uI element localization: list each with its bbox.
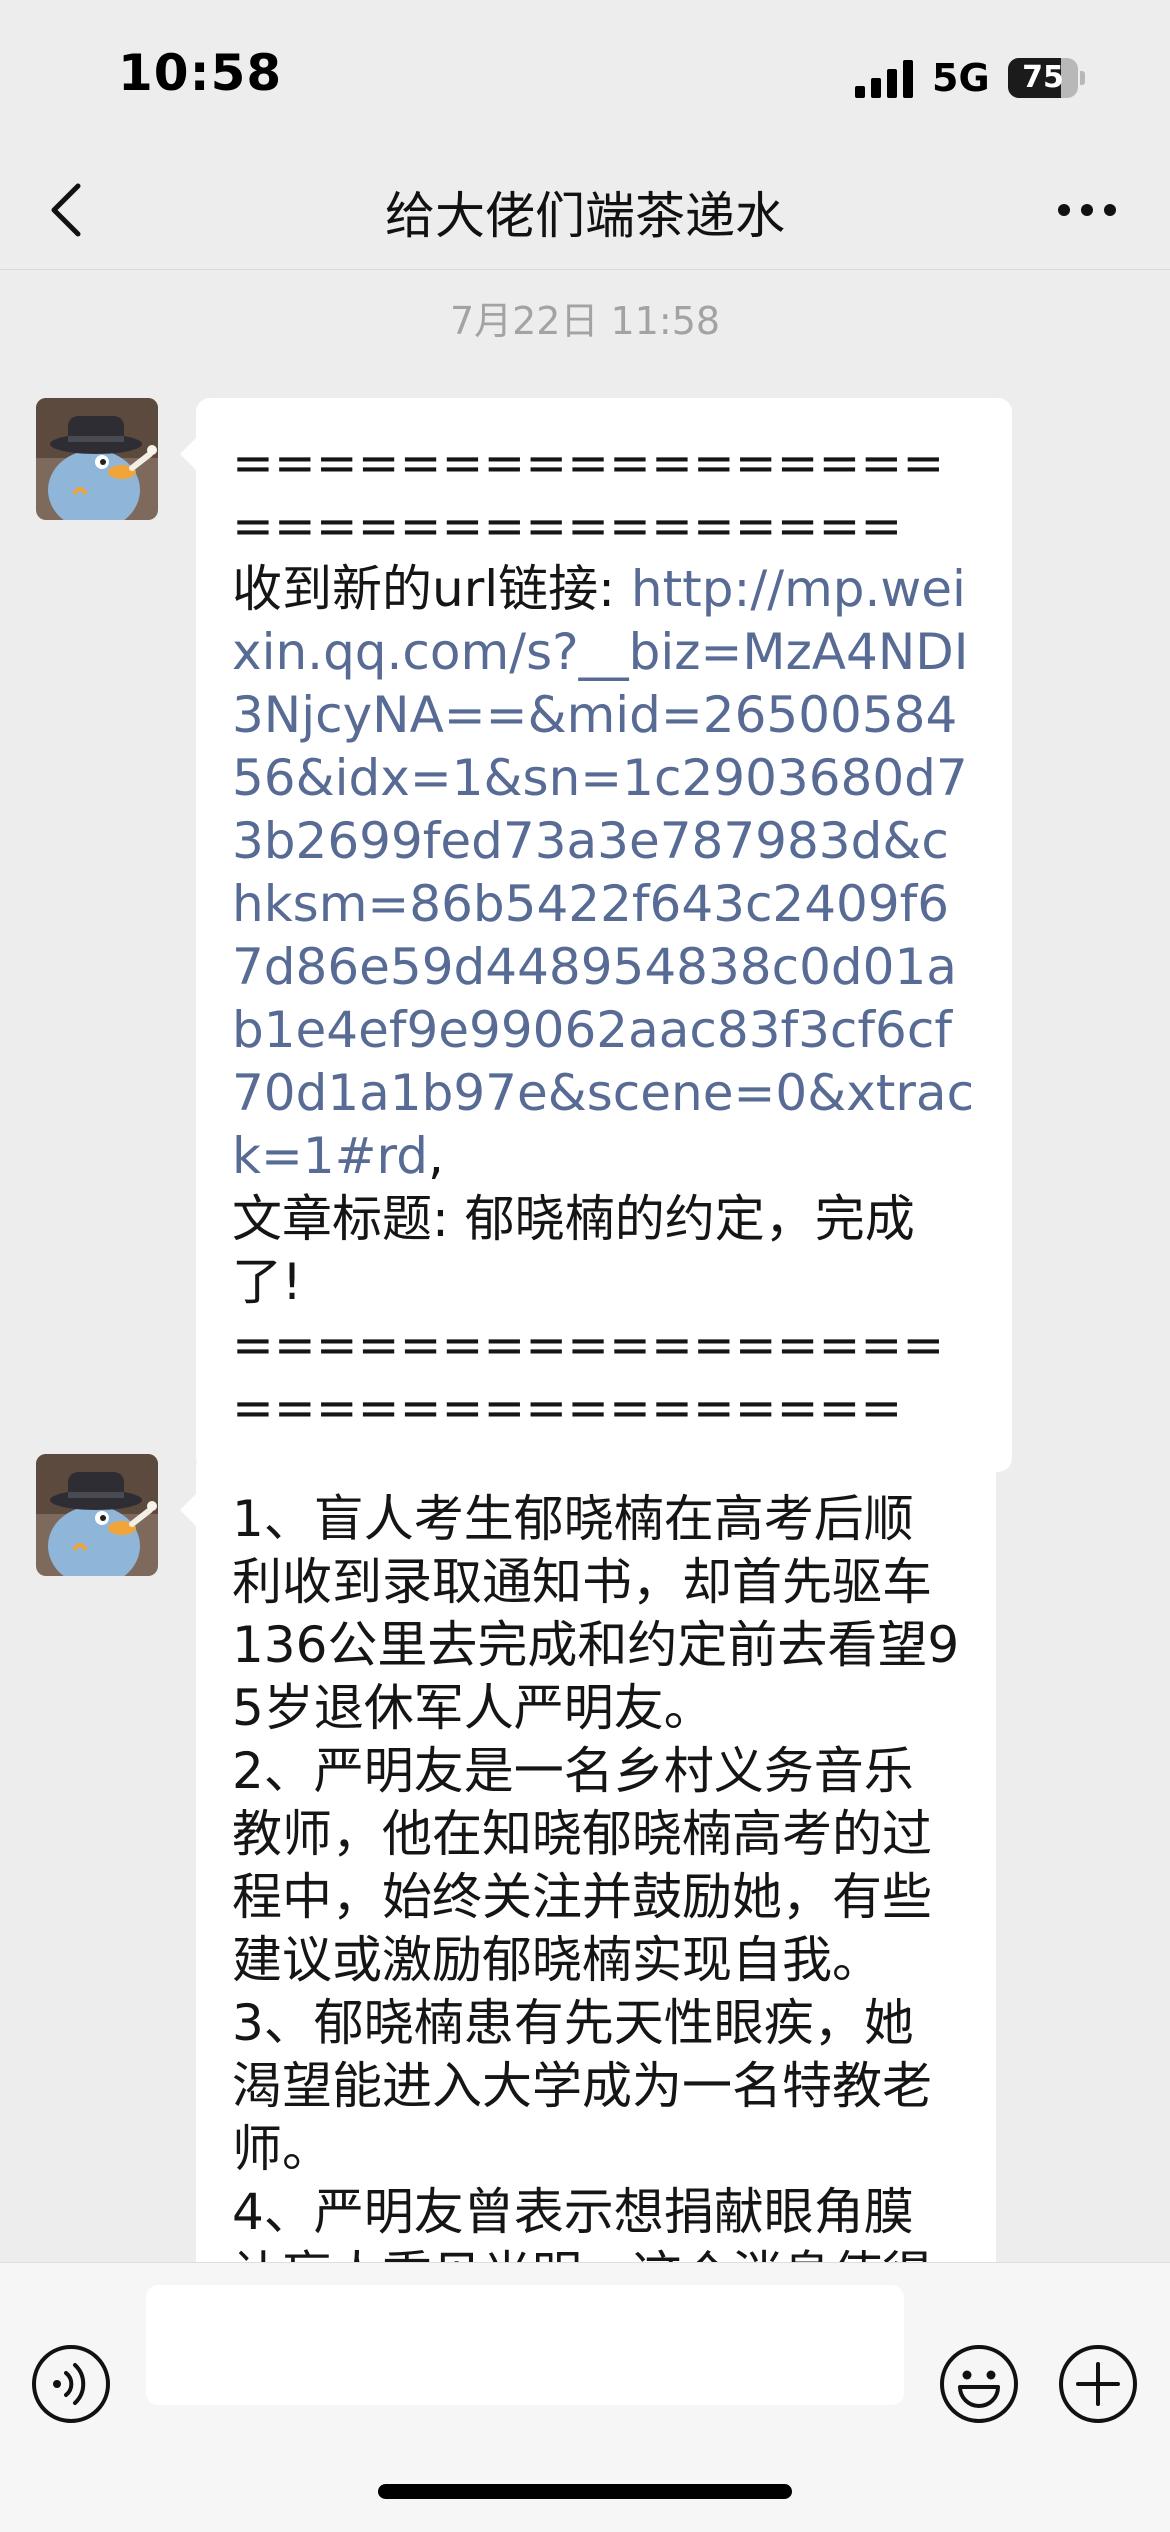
message-text: 1、盲人考生郁晓楠在高考后顺利收到录取通知书，却首先驱车136公里去完成和约定前… (232, 1490, 960, 2304)
status-bar: 10:58 5G 75 (0, 0, 1170, 150)
voice-icon[interactable] (30, 2343, 112, 2425)
network-label: 5G (932, 56, 990, 100)
signal-icon (855, 60, 913, 98)
chat-header: 给大佬们端茶递水 (0, 150, 1170, 270)
battery-icon: 75 (1008, 58, 1085, 98)
message-timestamp: 7月22日 11:58 (449, 299, 721, 343)
message-bubble-summary[interactable]: 1、盲人考生郁晓楠在高考后顺利收到录取通知书，却首先驱车136公里去完成和约定前… (180, 1454, 996, 2339)
link-prefix: 收到新的url链接: (232, 560, 631, 618)
more-dots-icon[interactable] (1052, 190, 1122, 230)
message-bubble-link[interactable]: ================================= 收到新的ur… (180, 398, 1012, 1472)
battery-level: 75 (1022, 60, 1064, 95)
status-time: 10:58 (118, 44, 283, 102)
sender-avatar[interactable] (36, 1454, 158, 1576)
back-icon[interactable] (38, 178, 98, 242)
duck-detective-avatar-icon (36, 398, 158, 520)
duck-detective-avatar-icon (36, 1454, 158, 1576)
emoji-icon[interactable] (938, 2343, 1020, 2425)
divider-bottom: ================================= (232, 1316, 945, 1437)
divider-top: ================================= (232, 434, 945, 555)
chat-screen: 10:58 5G 75 给大佬们端茶递水 7月22日 11:58 =======… (0, 0, 1170, 2532)
chat-title: 给大佬们端茶递水 (385, 187, 785, 245)
article-link[interactable]: http://mp.weixin.qq.com/s?__biz=MzA4NDI3… (232, 560, 974, 1185)
message-text: ================================= 收到新的ur… (232, 432, 978, 1440)
plus-icon[interactable] (1057, 2343, 1139, 2425)
home-indicator[interactable] (378, 2484, 792, 2499)
sender-avatar[interactable] (36, 398, 158, 520)
message-input[interactable] (146, 2285, 904, 2405)
